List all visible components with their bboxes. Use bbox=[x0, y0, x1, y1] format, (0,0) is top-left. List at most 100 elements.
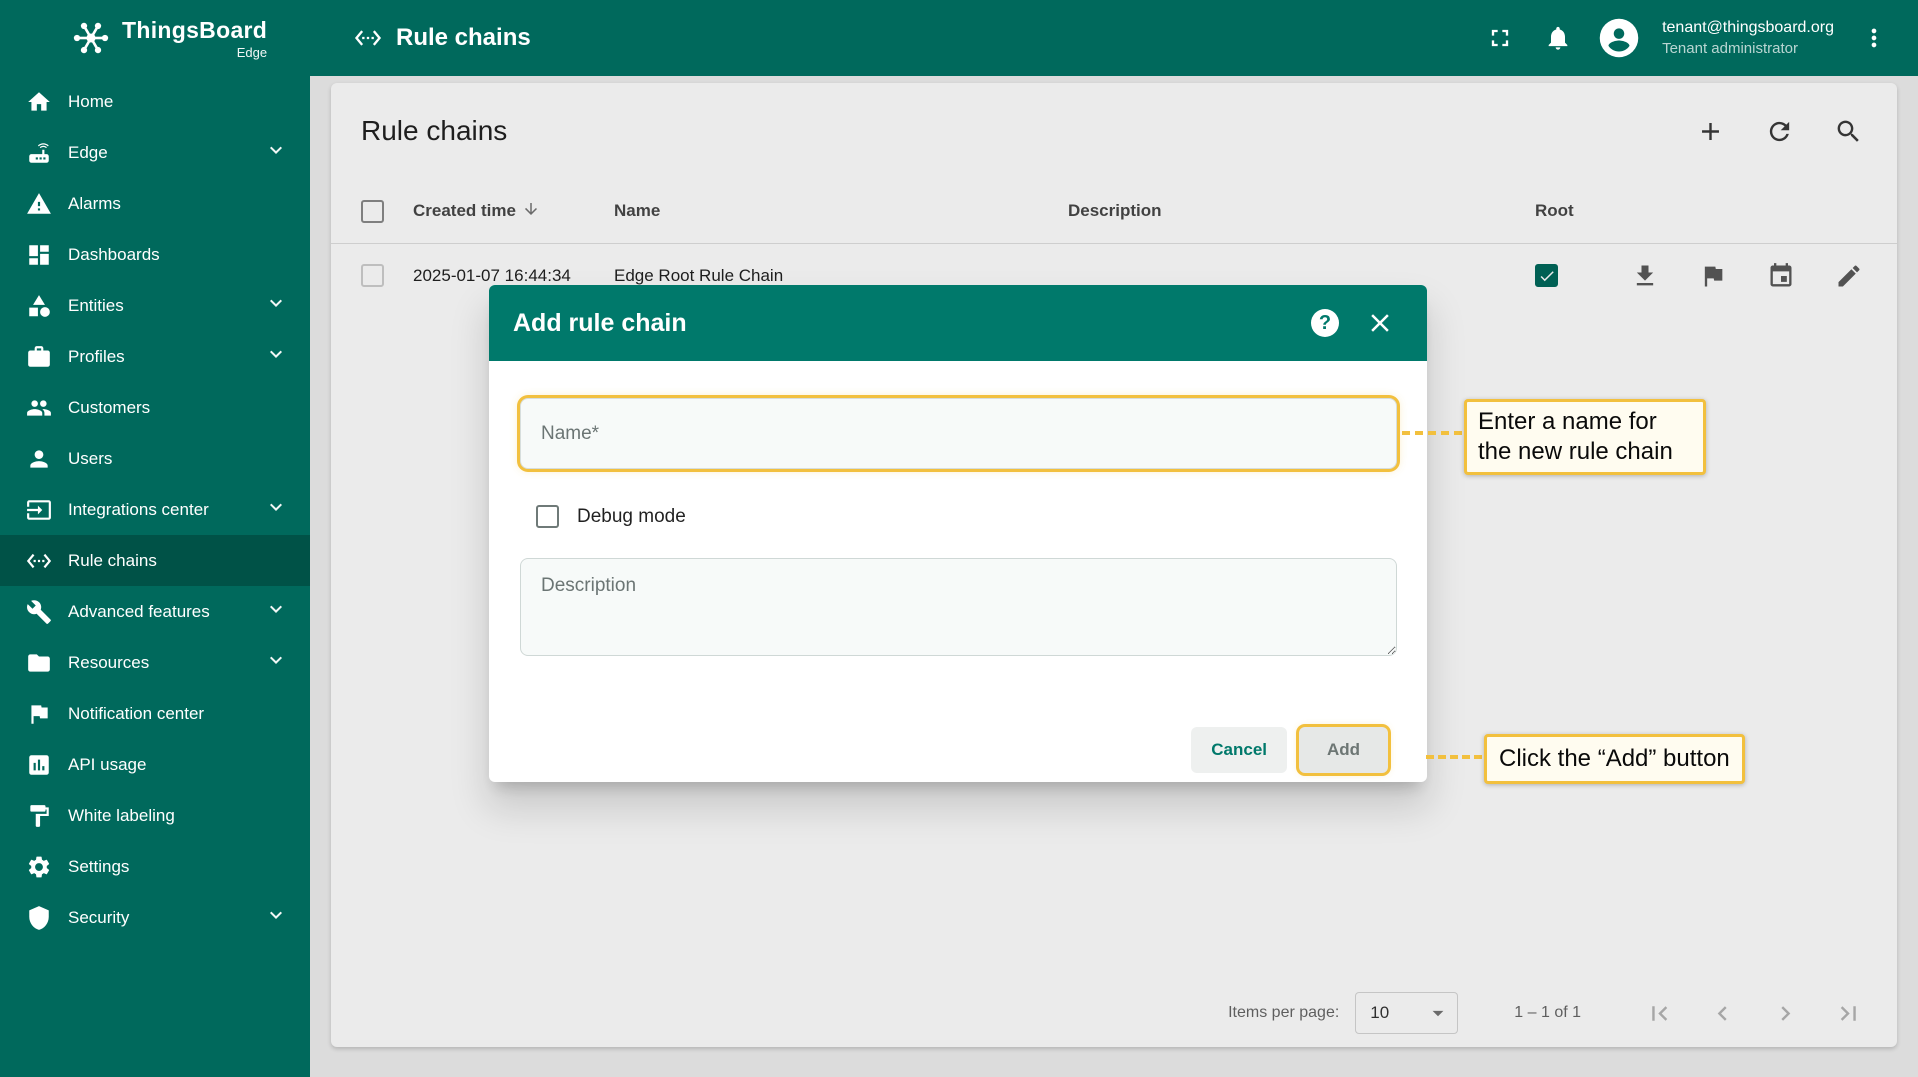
thingsboard-logo-icon bbox=[73, 22, 109, 54]
sidebar-item-users[interactable]: Users bbox=[0, 433, 310, 484]
sidebar-item-notification-center[interactable]: Notification center bbox=[0, 688, 310, 739]
dialog-footer: Cancel Add bbox=[520, 727, 1396, 782]
sidebar-item-label: Rule chains bbox=[68, 550, 157, 570]
sidebar-item-label: Users bbox=[68, 448, 113, 468]
brand-sub: Edge bbox=[236, 44, 268, 60]
sidebar-item-dashboards[interactable]: Dashboards bbox=[0, 229, 310, 280]
rule-chains-icon bbox=[354, 30, 382, 46]
gear-icon bbox=[26, 854, 52, 880]
cancel-button[interactable]: Cancel bbox=[1191, 727, 1287, 773]
debug-mode-label: Debug mode bbox=[577, 505, 686, 527]
sidebar-item-entities[interactable]: Entities bbox=[0, 280, 310, 331]
sidebar-item-label: White labeling bbox=[68, 805, 175, 825]
logo-text: ThingsBoard Edge bbox=[122, 17, 267, 60]
sidebar-item-edge[interactable]: Edge bbox=[0, 127, 310, 178]
user-role: Tenant administrator bbox=[1662, 39, 1798, 57]
chevron-down-icon bbox=[264, 597, 288, 626]
add-hint-callout: Click the “Add” button bbox=[1484, 734, 1745, 784]
sidebar: ThingsBoard Edge Home Edge Alarms Dashbo… bbox=[0, 0, 310, 1077]
category-icon bbox=[26, 293, 52, 319]
sidebar-item-profiles[interactable]: Profiles bbox=[0, 331, 310, 382]
paint-icon bbox=[26, 803, 52, 829]
name-hint-connector bbox=[1402, 431, 1462, 435]
sidebar-item-label: API usage bbox=[68, 754, 147, 774]
name-input[interactable] bbox=[541, 422, 1376, 445]
folder-icon bbox=[26, 650, 52, 676]
sidebar-item-rule-chains[interactable]: Rule chains bbox=[0, 535, 310, 586]
person-icon bbox=[26, 446, 52, 472]
sidebar-item-label: Resources bbox=[68, 652, 150, 672]
dashboards-icon bbox=[26, 242, 52, 268]
topbar: Rule chains tenant@thingsboard.org Tenan… bbox=[310, 0, 1918, 76]
dialog-header: Add rule chain ? bbox=[489, 285, 1427, 361]
input-icon bbox=[26, 497, 52, 523]
sidebar-item-integrations-center[interactable]: Integrations center bbox=[0, 484, 310, 535]
more-menu-button[interactable] bbox=[1856, 20, 1892, 56]
sidebar-item-advanced-features[interactable]: Advanced features bbox=[0, 586, 310, 637]
debug-mode-checkbox[interactable] bbox=[536, 505, 559, 528]
router-icon bbox=[26, 140, 52, 166]
sidebar-item-label: Advanced features bbox=[68, 601, 210, 621]
wrench-icon bbox=[26, 599, 52, 625]
sidebar-item-settings[interactable]: Settings bbox=[0, 841, 310, 892]
sidebar-item-resources[interactable]: Resources bbox=[0, 637, 310, 688]
sidebar-item-label: Settings bbox=[68, 856, 130, 876]
add-hint-connector bbox=[1426, 755, 1482, 759]
sidebar-item-security[interactable]: Security bbox=[0, 892, 310, 943]
chevron-down-icon bbox=[264, 342, 288, 371]
bell-icon bbox=[1548, 26, 1568, 50]
sidebar-item-label: Security bbox=[68, 907, 130, 927]
name-hint-callout: Enter a name for the new rule chain bbox=[1464, 399, 1706, 475]
description-field bbox=[520, 558, 1397, 661]
briefcase-icon bbox=[26, 344, 52, 370]
sidebar-item-label: Customers bbox=[68, 397, 151, 417]
sidebar-item-api-usage[interactable]: API usage bbox=[0, 739, 310, 790]
sidebar-item-label: Dashboards bbox=[68, 244, 160, 264]
chevron-down-icon bbox=[264, 648, 288, 677]
help-button[interactable]: ? bbox=[1307, 305, 1343, 341]
dialog-title: Add rule chain bbox=[513, 308, 687, 337]
notifications-button[interactable] bbox=[1540, 20, 1576, 56]
user-email: tenant@thingsboard.org bbox=[1662, 18, 1834, 36]
add-button[interactable]: Add bbox=[1299, 727, 1388, 773]
people-icon bbox=[26, 395, 52, 421]
chevron-down-icon bbox=[264, 138, 288, 167]
sidebar-item-home[interactable]: Home bbox=[0, 76, 310, 127]
shield-icon bbox=[26, 905, 52, 931]
sidebar-item-label: Profiles bbox=[68, 346, 125, 366]
chevron-down-icon bbox=[264, 495, 288, 524]
sidebar-item-label: Entities bbox=[68, 295, 124, 315]
rule-chains-icon bbox=[26, 548, 52, 574]
debug-mode-row: Debug mode bbox=[520, 505, 1396, 528]
kebab-icon bbox=[1871, 28, 1877, 48]
description-input[interactable] bbox=[520, 558, 1397, 656]
sidebar-item-label: Alarms bbox=[68, 193, 121, 213]
home-icon bbox=[26, 89, 52, 115]
sidebar-item-label: Home bbox=[68, 91, 114, 111]
logo: ThingsBoard Edge bbox=[0, 0, 310, 76]
brand-name: ThingsBoard bbox=[122, 16, 268, 43]
help-icon: ? bbox=[1311, 309, 1339, 337]
chevron-down-icon bbox=[264, 291, 288, 320]
sidebar-item-alarms[interactable]: Alarms bbox=[0, 178, 310, 229]
user-info: tenant@thingsboard.org Tenant administra… bbox=[1662, 18, 1834, 58]
fullscreen-button[interactable] bbox=[1482, 20, 1518, 56]
dialog-body: Debug mode Cancel Add bbox=[489, 361, 1427, 782]
sidebar-item-label: Edge bbox=[68, 142, 108, 162]
chevron-down-icon bbox=[264, 903, 288, 932]
sidebar-item-customers[interactable]: Customers bbox=[0, 382, 310, 433]
sidebar-item-label: Integrations center bbox=[68, 499, 209, 519]
sidebar-item-white-labeling[interactable]: White labeling bbox=[0, 790, 310, 841]
name-field bbox=[520, 398, 1397, 469]
flag-icon bbox=[26, 701, 52, 727]
avatar[interactable] bbox=[1598, 17, 1640, 59]
close-icon bbox=[1371, 314, 1389, 332]
close-dialog-button[interactable] bbox=[1361, 304, 1399, 342]
fullscreen-icon bbox=[1491, 29, 1509, 47]
warning-icon bbox=[26, 191, 52, 217]
page-title: Rule chains bbox=[396, 24, 531, 51]
chart-icon bbox=[26, 752, 52, 778]
sidebar-item-label: Notification center bbox=[68, 703, 205, 723]
add-rule-chain-dialog: Add rule chain ? Debug mode Cancel Add bbox=[489, 285, 1427, 782]
sidebar-nav: Home Edge Alarms Dashboards Entities Pro… bbox=[0, 76, 310, 943]
